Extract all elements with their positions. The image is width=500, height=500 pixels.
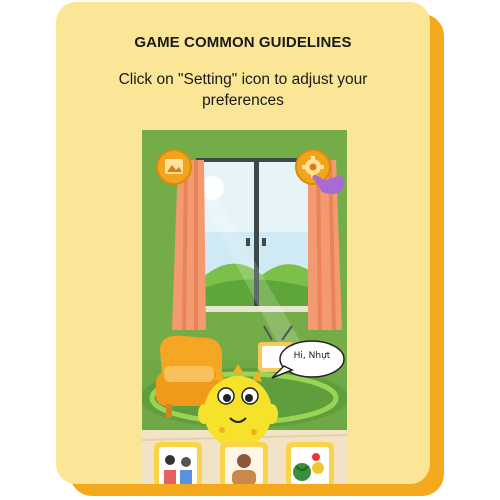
guide-instruction: Click on "Setting" icon to adjust your p… xyxy=(118,71,368,109)
family-photo-card[interactable] xyxy=(154,442,202,484)
gallery-button[interactable] xyxy=(156,149,192,185)
curtain-left xyxy=(172,160,206,330)
person-card[interactable] xyxy=(220,442,268,484)
fruits-card[interactable] xyxy=(286,442,334,484)
game-screenshot: Hi, Nhựt xyxy=(142,130,347,484)
guideline-card: GAME COMMON GUIDELINES Click on "Setting… xyxy=(56,2,430,484)
guide-title: GAME COMMON GUIDELINES xyxy=(134,34,352,51)
speech-bubble-text: Hi, Nhựt xyxy=(293,351,331,361)
bottom-card-bar xyxy=(154,442,334,484)
game-scene xyxy=(142,130,347,484)
